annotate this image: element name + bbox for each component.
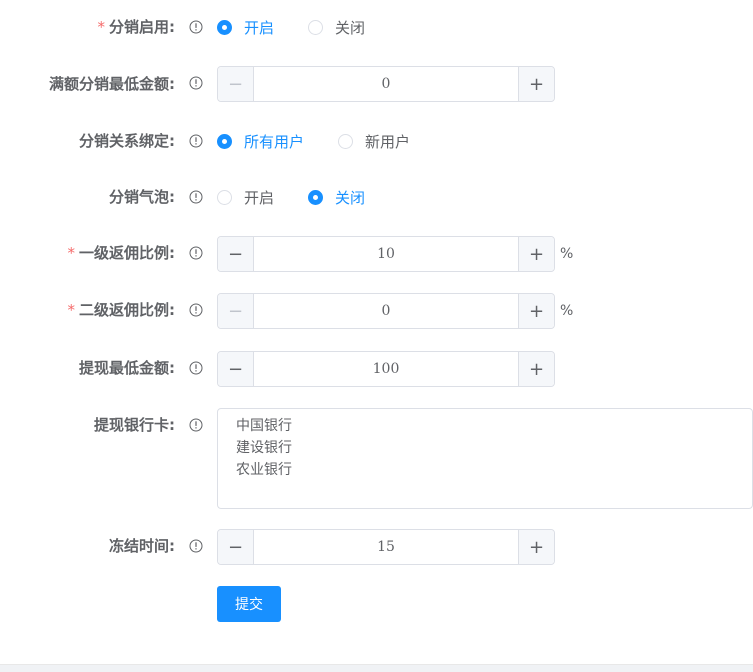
page-bottom-divider (0, 664, 753, 672)
info-icon[interactable] (189, 134, 203, 148)
info-icon[interactable] (189, 418, 203, 432)
field-label: 分销气泡: (109, 188, 175, 206)
radio-dot[interactable] (308, 189, 324, 205)
field-label: 满额分销最低金额: (49, 75, 175, 93)
freeze-time-stepper: − 15 + (217, 529, 555, 565)
decrease-button[interactable]: − (218, 294, 254, 328)
radio-dot[interactable] (308, 19, 324, 35)
withdraw-min-stepper: − 100 + (217, 351, 555, 387)
stepper-value[interactable]: 100 (254, 352, 518, 386)
info-icon[interactable] (189, 539, 203, 553)
required-mark: * (97, 18, 106, 36)
field-label: 提现最低金额: (79, 359, 175, 377)
decrease-button[interactable]: − (218, 67, 254, 101)
decrease-button[interactable]: − (218, 352, 254, 386)
field-label: * 一级返佣比例: (67, 244, 176, 262)
radio-enable-off[interactable]: 关闭 (308, 17, 365, 38)
radio-bubble-off[interactable]: 关闭 (308, 187, 365, 208)
info-icon[interactable] (189, 246, 203, 260)
percent-unit: % (560, 303, 574, 319)
radio-new-users[interactable]: 新用户 (338, 131, 410, 152)
radio-bubble-on[interactable]: 开启 (217, 187, 274, 208)
percent-unit: % (560, 246, 574, 262)
decrease-button[interactable]: − (218, 530, 254, 564)
increase-button[interactable]: + (518, 67, 554, 101)
increase-button[interactable]: + (518, 530, 554, 564)
increase-button[interactable]: + (518, 294, 554, 328)
level1-commission-stepper: − 10 + (217, 236, 555, 272)
stepper-value[interactable]: 15 (254, 530, 518, 564)
bank-cards-textarea[interactable]: 中国银行 建设银行 农业银行 (217, 408, 753, 509)
required-mark: * (67, 244, 76, 262)
info-icon[interactable] (189, 303, 203, 317)
stepper-value[interactable]: 0 (254, 294, 518, 328)
info-icon[interactable] (189, 190, 203, 204)
radio-dot[interactable] (338, 133, 354, 149)
field-label: * 二级返佣比例: (67, 301, 176, 319)
stepper-value[interactable]: 0 (254, 67, 518, 101)
field-label: 分销关系绑定: (79, 132, 175, 150)
info-icon[interactable] (189, 76, 203, 90)
radio-dot[interactable] (217, 189, 232, 205)
min-amount-stepper: − 0 + (217, 66, 555, 102)
stepper-value[interactable]: 10 (254, 237, 518, 271)
increase-button[interactable]: + (518, 237, 554, 271)
field-label: 冻结时间: (109, 537, 175, 555)
radio-dot[interactable] (217, 133, 232, 149)
field-label: * 分销启用: (97, 18, 176, 36)
decrease-button[interactable]: − (218, 237, 254, 271)
submit-button[interactable]: 提交 (217, 586, 281, 622)
info-icon[interactable] (189, 20, 203, 34)
increase-button[interactable]: + (518, 352, 554, 386)
radio-enable-on[interactable]: 开启 (217, 17, 274, 38)
radio-group-relation-binding: 所有用户 新用户 (217, 131, 442, 151)
level2-commission-stepper: − 0 + (217, 293, 555, 329)
radio-group-bubble: 开启 关闭 (217, 187, 397, 207)
field-label: 提现银行卡: (94, 416, 175, 434)
required-mark: * (67, 301, 76, 319)
radio-all-users[interactable]: 所有用户 (217, 131, 304, 152)
radio-group-distribution-enable: 开启 关闭 (217, 17, 397, 37)
info-icon[interactable] (189, 361, 203, 375)
radio-dot[interactable] (217, 19, 232, 35)
